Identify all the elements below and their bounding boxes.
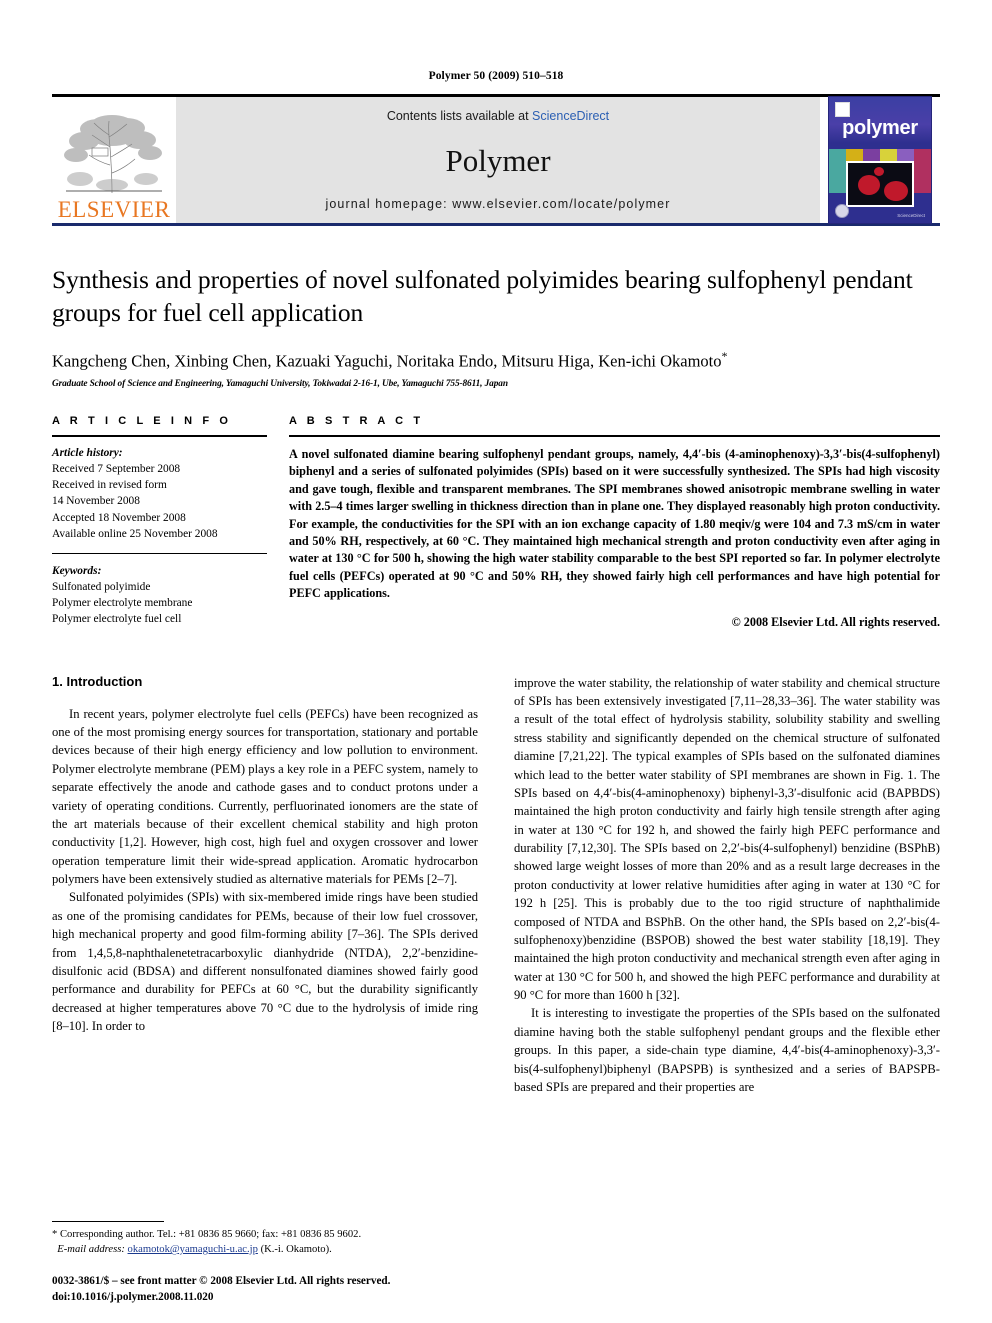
journal-title: Polymer: [445, 142, 551, 178]
journal-banner-center: Contents lists available at ScienceDirec…: [176, 97, 820, 223]
keywords-rule: [52, 552, 267, 554]
cover-elsevier-mark: [835, 102, 850, 117]
elsevier-wordmark: ELSEVIER: [57, 197, 171, 222]
paragraph: In recent years, polymer electrolyte fue…: [52, 706, 478, 887]
article-history-label: Article history:: [52, 446, 123, 459]
issn-block: 0032-3861/$ – see front matter © 2008 El…: [52, 1274, 472, 1305]
paragraph: improve the water stability, the relatio…: [514, 675, 940, 1003]
abstract-text: A novel sulfonated diamine bearing sulfo…: [289, 446, 940, 601]
corresponding-author-marker: *: [721, 349, 728, 364]
keyword-item: Polymer electrolyte membrane: [52, 597, 193, 610]
cover-title: polymer: [842, 117, 918, 139]
abstract-copyright: © 2008 Elsevier Ltd. All rights reserved…: [731, 614, 940, 629]
body-column-left: 1. Introduction In recent years, polymer…: [52, 674, 478, 1097]
cover-image: polymer ScienceDirect: [828, 96, 932, 224]
abstract-heading: A B S T R A C T: [289, 414, 424, 427]
history-item: Available online 25 November 2008: [52, 527, 218, 540]
journal-homepage[interactable]: journal homepage: www.elsevier.com/locat…: [325, 197, 670, 211]
history-item: Accepted 18 November 2008: [52, 511, 186, 524]
affiliation: Graduate School of Science and Engineeri…: [52, 378, 508, 389]
article-info-column: A R T I C L E I N F O Article history: R…: [52, 415, 267, 630]
cover-footer-mark: ScienceDirect: [897, 213, 925, 219]
footnote-marker: *: [52, 1229, 58, 1241]
author-names: Kangcheng Chen, Xinbing Chen, Kazuaki Ya…: [52, 351, 722, 371]
paragraph: Sulfonated polyimides (SPIs) with six-me…: [52, 890, 478, 1034]
journal-banner: ELSEVIER Contents lists available at Sci…: [52, 94, 940, 226]
title-block: Synthesis and properties of novel sulfon…: [52, 264, 940, 389]
email-label: E-mail address:: [57, 1244, 125, 1256]
email-owner: (K.-i. Okamoto).: [260, 1244, 332, 1256]
keyword-item: Polymer electrolyte fuel cell: [52, 613, 182, 626]
keyword-item: Sulfonated polyimide: [52, 581, 151, 594]
keywords-label: Keywords:: [52, 564, 102, 577]
keywords-block: Keywords: Sulfonated polyimide Polymer e…: [52, 563, 267, 628]
article-info-rule: [52, 434, 267, 437]
history-item: Received in revised form: [52, 479, 167, 492]
cover-photo: [846, 161, 914, 207]
footnote-rule: [52, 1221, 164, 1223]
info-abstract-row: A R T I C L E I N F O Article history: R…: [52, 415, 940, 630]
publisher-logo: ELSEVIER: [52, 97, 176, 223]
cover-badge-icon: [835, 204, 849, 218]
doi-line: doi:10.1016/j.polymer.2008.11.020: [52, 1290, 214, 1303]
section-heading-introduction: 1. Introduction: [52, 673, 143, 689]
abstract-column: A B S T R A C T A novel sulfonated diami…: [289, 415, 940, 630]
body-columns: 1. Introduction In recent years, polymer…: [52, 674, 940, 1097]
elsevier-tree-icon: [62, 113, 166, 197]
sciencedirect-link[interactable]: ScienceDirect: [532, 109, 609, 123]
issn-line: 0032-3861/$ – see front matter © 2008 El…: [52, 1275, 391, 1288]
contents-available-line: Contents lists available at ScienceDirec…: [387, 109, 609, 123]
history-item: Received 7 September 2008: [52, 462, 181, 475]
journal-cover-thumb: polymer ScienceDirect: [820, 96, 940, 224]
corresponding-author-note: * Corresponding author. Tel.: +81 0836 8…: [52, 1227, 472, 1257]
article-history: Article history: Received 7 September 20…: [52, 445, 267, 542]
paragraph: It is interesting to investigate the pro…: [514, 1006, 940, 1094]
article-page: Polymer 50 (2009) 510–518 ELSEVIER Conte…: [0, 0, 992, 1323]
body-column-right: improve the water stability, the relatio…: [514, 674, 940, 1097]
abstract-rule: [289, 434, 940, 437]
footnote-zone: * Corresponding author. Tel.: +81 0836 8…: [52, 1221, 472, 1305]
article-info-heading: A R T I C L E I N F O: [52, 414, 232, 427]
page-title: Synthesis and properties of novel sulfon…: [52, 265, 913, 327]
author-list: Kangcheng Chen, Xinbing Chen, Kazuaki Ya…: [52, 349, 940, 372]
email-link[interactable]: okamotok@yamaguchi-u.ac.jp: [128, 1244, 258, 1255]
contents-prefix: Contents lists available at: [386, 109, 533, 123]
footnote-text: Corresponding author. Tel.: +81 0836 85 …: [59, 1229, 362, 1241]
history-item: 14 November 2008: [52, 495, 140, 508]
running-head: Polymer 50 (2009) 510–518: [428, 70, 564, 82]
